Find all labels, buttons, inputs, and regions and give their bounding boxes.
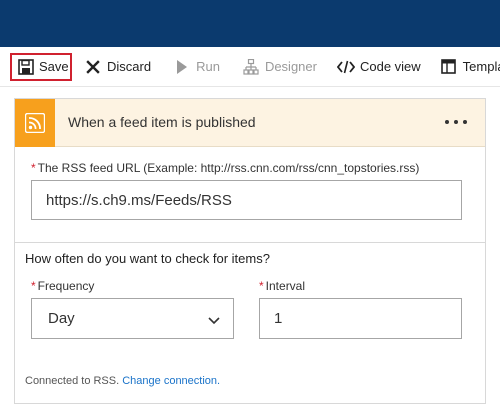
code-view-label: Code view (359, 59, 421, 74)
run-label: Run (196, 59, 220, 74)
trigger-title: When a feed item is published (68, 114, 256, 130)
discard-button[interactable]: Discard (84, 53, 151, 81)
feed-url-label-text: The RSS feed URL (Example: http://rss.cn… (37, 161, 420, 175)
trigger-card: When a feed item is published * The RSS f… (14, 98, 486, 404)
required-marker: * (31, 279, 36, 293)
close-icon (84, 58, 102, 76)
code-view-button[interactable]: Code view (336, 53, 421, 81)
feed-url-value: https://s.ch9.ms/Feeds/RSS (46, 191, 232, 209)
interval-label-text: Interval (265, 279, 306, 293)
designer-button[interactable]: Designer (242, 53, 317, 81)
top-header-bar (0, 0, 500, 47)
code-icon (336, 58, 355, 76)
templates-label: Templates (462, 59, 500, 74)
chevron-down-icon (208, 312, 220, 329)
templates-icon (440, 58, 458, 76)
play-icon (173, 58, 191, 76)
frequency-select[interactable]: Day (31, 298, 234, 339)
more-options-icon[interactable] (445, 113, 467, 131)
recurrence-question: How often do you want to check for items… (25, 251, 270, 266)
required-marker: * (31, 161, 36, 175)
section-divider (15, 242, 485, 243)
connection-text: Connected to RSS. (25, 375, 120, 387)
feed-url-label: * The RSS feed URL (Example: http://rss.c… (31, 161, 419, 175)
designer-toolbar: Save Discard Run Designer Code view Temp… (0, 47, 500, 87)
interval-label: * Interval (259, 279, 305, 293)
connection-status: Connected to RSS. Change connection. (25, 375, 220, 387)
run-button[interactable]: Run (173, 53, 220, 81)
discard-label: Discard (107, 59, 152, 74)
save-button[interactable]: Save (10, 52, 72, 81)
change-connection-link[interactable]: Change connection. (122, 375, 220, 387)
save-label: Save (39, 59, 69, 74)
hierarchy-icon (242, 58, 260, 76)
rss-icon-tile (15, 99, 55, 147)
frequency-value: Day (48, 310, 75, 327)
interval-value: 1 (274, 310, 283, 327)
interval-input[interactable]: 1 (259, 298, 462, 339)
rss-icon (25, 113, 45, 133)
designer-label: Designer (264, 59, 317, 74)
frequency-label: * Frequency (31, 279, 94, 293)
save-icon (18, 58, 34, 76)
frequency-label-text: Frequency (37, 279, 95, 293)
required-marker: * (259, 279, 264, 293)
feed-url-input[interactable]: https://s.ch9.ms/Feeds/RSS (31, 180, 462, 220)
templates-button[interactable]: Templates (440, 53, 500, 81)
trigger-card-header[interactable]: When a feed item is published (15, 99, 485, 147)
